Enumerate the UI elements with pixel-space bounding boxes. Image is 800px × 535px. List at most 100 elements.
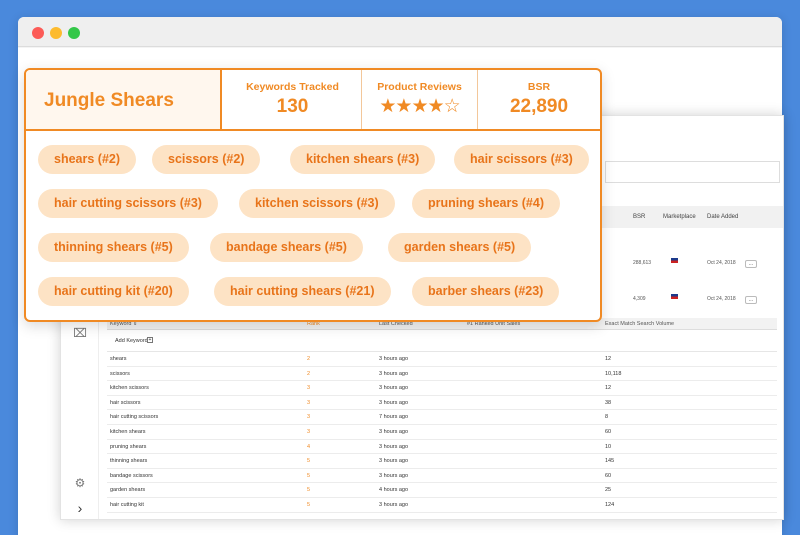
table-row[interactable]: hair cutting scissors 3 7 hours ago 8 [107,410,777,425]
rank-cell: 5 [307,472,311,479]
col-search-volume[interactable]: Exact Match Search Volume [605,321,674,327]
product-row[interactable]: 288,613 Oct 24, 2018 ... [589,246,783,280]
keyword-cell: hair cutting scissors [110,414,159,421]
browser-titlebar [18,17,782,47]
table-row[interactable]: kitchen shears 3 3 hours ago 60 [107,425,777,440]
product-row[interactable]: 4,309 Oct 24, 2018 ... [589,282,783,316]
product-name-cell: Jungle Shears [26,70,222,129]
keyword-cell: hair cutting kit [110,501,144,508]
minimize-window-button[interactable] [50,27,62,39]
settings-icon[interactable]: ⚙ [73,476,87,490]
rank-cell: 2 [307,356,311,362]
maximize-window-button[interactable] [68,27,80,39]
us-flag-icon [671,294,678,299]
table-row[interactable]: kitchen scissors 3 3 hours ago 12 [107,381,777,396]
keyword-cell: scissors [110,370,130,377]
keyword-cell: kitchen scissors [110,385,149,392]
keyword-tag[interactable]: hair cutting kit (#20) [38,277,189,306]
product-bsr: 288,613 [633,260,652,266]
keyword-cell: hair scissors [110,399,141,406]
bsr-label: BSR [527,81,551,93]
last-checked-cell: 3 hours ago [379,443,409,450]
plus-icon: + [147,337,153,343]
rank-cell: 2 [307,370,311,377]
last-checked-cell: 3 hours ago [379,428,409,435]
last-checked-cell: 3 hours ago [379,385,409,392]
product-actions-button[interactable]: ... [745,260,757,268]
card-header: Jungle Shears Keywords Tracked 130 Produ… [26,70,600,131]
keyword-tag[interactable]: shears (#2) [38,145,137,174]
keyword-tag[interactable]: garden shears (#5) [388,233,532,262]
us-flag-icon [671,258,678,263]
col-bsr[interactable]: BSR [633,214,645,220]
last-checked-cell: 4 hours ago [379,487,409,494]
rank-cell: 3 [307,399,311,406]
table-row[interactable]: garden shears 5 4 hours ago 25 [107,483,777,498]
close-window-button[interactable] [32,27,44,39]
product-date: Oct 24, 2018 [707,260,736,266]
keyword-tag[interactable]: kitchen scissors (#3) [239,189,395,218]
table-row[interactable]: bandage scissors 5 3 hours ago 60 [107,469,777,484]
rank-cell: 4 [307,443,311,450]
search-volume-cell: 25 [605,487,612,494]
search-volume-cell: 10,118 [605,370,622,377]
search-volume-cell: 8 [605,414,609,421]
keywords-tracked-stat: Keywords Tracked 130 [224,70,362,129]
keyword-tag[interactable]: hair scissors (#3) [454,145,589,174]
star-filled-icon: ★ [427,96,445,117]
rank-cell: 3 [307,428,311,435]
star-filled-icon: ★ [411,96,428,117]
keywords-table: Keyword ⇕ Rank Last Checked #1 Ranked Un… [107,318,777,519]
keywords-tracked-label: Keywords Tracked [246,81,339,93]
product-reviews-stat: Product Reviews ★★★★☆ [362,70,478,129]
search-volume-cell: 38 [605,399,612,406]
product-name: Jungle Shears [44,90,174,111]
table-row[interactable]: shears 2 3 hours ago 12 [107,352,777,367]
product-bsr: 4,309 [633,296,646,302]
add-keyword-button[interactable]: Add Keyword + [107,330,777,352]
table-row[interactable]: thinning shears 5 3 hours ago 145 [107,454,777,469]
table-row[interactable]: scissors 2 3 hours ago 10,118 [107,367,777,382]
keyword-tag[interactable]: barber shears (#23) [412,277,560,306]
product-date: Oct 24, 2018 [707,296,736,302]
rank-cell: 5 [307,458,311,465]
last-checked-cell: 3 hours ago [379,370,409,377]
rank-cell: 3 [307,385,311,392]
product-actions-button[interactable]: ... [745,296,757,304]
search-volume-cell: 124 [605,501,615,508]
search-input[interactable] [605,161,780,183]
table-row[interactable]: hair cutting kit 5 3 hours ago 124 [107,498,777,513]
keyword-tag[interactable]: kitchen shears (#3) [290,145,436,174]
keyword-tag[interactable]: hair cutting scissors (#3) [38,189,218,218]
keyword-cell: bandage scissors [110,472,153,479]
product-summary-card: Jungle Shears Keywords Tracked 130 Produ… [24,68,602,322]
chevron-right-icon[interactable]: › [73,501,87,515]
keyword-tag[interactable]: thinning shears (#5) [38,233,189,262]
search-volume-cell: 12 [605,385,612,392]
search-volume-cell: 60 [605,472,612,479]
keyword-cell: shears [110,356,127,362]
keyword-tag[interactable]: pruning shears (#4) [412,189,560,218]
keyword-tag[interactable]: hair cutting shears (#21) [214,277,391,306]
col-marketplace[interactable]: Marketplace [663,214,696,220]
search-volume-cell: 12 [605,356,612,362]
table-row[interactable]: pruning shears 4 3 hours ago 10 [107,440,777,455]
last-checked-cell: 7 hours ago [379,414,409,421]
last-checked-cell: 3 hours ago [379,399,409,406]
keyword-cell: thinning shears [110,458,148,465]
keyword-tag[interactable]: bandage shears (#5) [210,233,363,262]
keywords-tracked-value: 130 [276,96,309,117]
last-checked-cell: 3 hours ago [379,458,409,465]
keyword-tag[interactable]: scissors (#2) [152,145,261,174]
keyword-cell: pruning shears [110,443,147,450]
table-row[interactable]: hair scissors 3 3 hours ago 38 [107,396,777,411]
search-volume-cell: 145 [605,458,615,465]
bsr-value: 22,890 [509,96,569,117]
last-checked-cell: 3 hours ago [379,501,409,508]
col-date-added[interactable]: Date Added [707,214,738,220]
star-filled-icon: ★ [395,96,412,117]
star-rating: ★★★★☆ [362,95,477,118]
star-empty-icon: ☆ [443,96,461,117]
keywords-table-body: shears 2 3 hours ago 12 scissors 2 3 hours ago… [107,352,777,513]
trash-icon[interactable]: ⌧ [73,326,87,340]
